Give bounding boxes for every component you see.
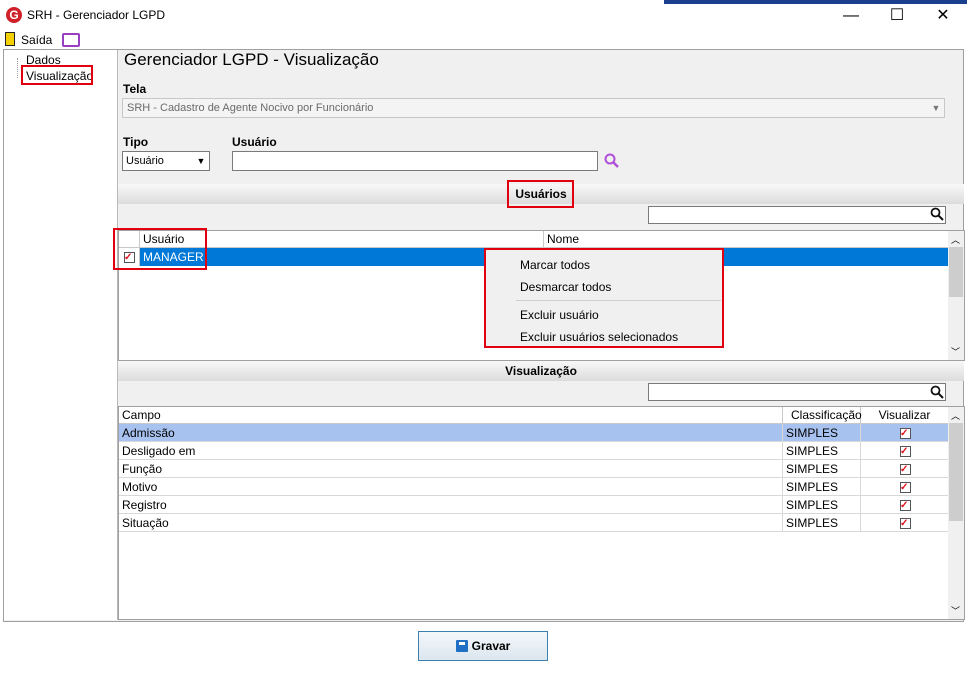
visualizacao-section-title: Visualização xyxy=(505,364,577,378)
menu-separator xyxy=(516,300,721,301)
exit-menu-item[interactable]: Saída xyxy=(21,33,52,47)
gravar-label: Gravar xyxy=(471,639,511,653)
visualizar-cell[interactable] xyxy=(861,424,948,443)
tela-dropdown[interactable]: SRH - Cadastro de Agente Nocivo por Func… xyxy=(122,98,945,118)
tipo-value: Usuário xyxy=(126,155,164,167)
users-grid-header: Usuário Nome xyxy=(119,231,948,248)
fields-grid[interactable]: Campo Classificação Visualizar Admissão S… xyxy=(118,406,965,620)
menu-bar xyxy=(0,31,967,49)
search-icon[interactable] xyxy=(604,153,619,168)
visualizar-cell[interactable] xyxy=(861,496,948,515)
scroll-up-icon[interactable]: ︿ xyxy=(951,233,960,246)
window-title: SRH - Gerenciador LGPD xyxy=(27,8,166,22)
tree-connector xyxy=(17,58,19,78)
search-icon[interactable] xyxy=(930,385,944,399)
visualizacao-section-header: Visualização xyxy=(118,361,964,381)
scroll-down-icon[interactable]: ﹀ xyxy=(951,345,960,358)
campo-cell: Motivo xyxy=(119,478,783,496)
table-row[interactable]: Admissão SIMPLES xyxy=(119,424,948,443)
search-icon[interactable] xyxy=(930,207,944,221)
annotation-highlight-usuario-row xyxy=(113,228,207,270)
fields-filter-input[interactable] xyxy=(648,383,946,401)
exit-door-icon[interactable] xyxy=(5,32,15,46)
table-row[interactable]: Função SIMPLES xyxy=(119,460,948,479)
fields-grid-header: Campo Classificação Visualizar xyxy=(119,407,948,424)
campo-cell: Função xyxy=(119,460,783,478)
scroll-up-icon[interactable]: ︿ xyxy=(951,409,960,422)
visualizar-cell[interactable] xyxy=(861,514,948,533)
tipo-dropdown[interactable]: Usuário ▼ xyxy=(122,151,210,171)
column-header-classificacao[interactable]: Classificação xyxy=(783,407,862,423)
campo-cell: Desligado em xyxy=(119,442,783,460)
chevron-down-icon[interactable]: ▼ xyxy=(193,152,209,170)
classificacao-cell: SIMPLES xyxy=(783,460,861,478)
table-row[interactable]: Registro SIMPLES xyxy=(119,496,948,515)
fields-grid-scrollbar[interactable]: ︿ ﹀ xyxy=(948,407,964,619)
close-button[interactable]: ✕ xyxy=(920,0,966,31)
classificacao-cell: SIMPLES xyxy=(783,496,861,514)
table-row[interactable]: Desligado em SIMPLES xyxy=(119,442,948,461)
app-logo-icon: G xyxy=(6,7,22,23)
save-disk-icon xyxy=(455,640,468,652)
annotation-highlight-usuarios xyxy=(507,180,574,208)
visualizar-cell[interactable] xyxy=(861,442,948,461)
page-title: Gerenciador LGPD - Visualização xyxy=(124,50,379,69)
classificacao-cell: SIMPLES xyxy=(783,442,861,460)
usuario-input[interactable] xyxy=(232,151,598,171)
tela-label: Tela xyxy=(123,82,147,96)
scroll-down-icon[interactable]: ﹀ xyxy=(951,604,960,617)
tipo-label: Tipo xyxy=(123,135,149,149)
checkbox-checked-icon[interactable] xyxy=(900,479,911,497)
menu-item-desmarcar-todos[interactable]: Desmarcar todos xyxy=(520,280,611,294)
checkbox-checked-icon[interactable] xyxy=(900,425,911,443)
minimize-button[interactable]: — xyxy=(828,0,874,31)
menu-item-excluir-usuario[interactable]: Excluir usuário xyxy=(520,308,599,322)
campo-cell: Situação xyxy=(119,514,783,532)
table-row[interactable]: Motivo SIMPLES xyxy=(119,478,948,497)
checkbox-checked-icon[interactable] xyxy=(900,515,911,533)
classificacao-cell: SIMPLES xyxy=(783,514,861,532)
visualizar-cell[interactable] xyxy=(861,478,948,497)
checkbox-checked-icon[interactable] xyxy=(900,443,911,461)
checkbox-checked-icon[interactable] xyxy=(900,497,911,515)
tela-value: SRH - Cadastro de Agente Nocivo por Func… xyxy=(127,102,374,114)
users-filter-input[interactable] xyxy=(648,206,946,224)
classificacao-cell: SIMPLES xyxy=(783,478,861,496)
annotation-highlight-visualizacao xyxy=(21,65,93,85)
chevron-down-icon[interactable]: ▼ xyxy=(928,99,944,117)
campo-cell: Admissão xyxy=(119,424,783,442)
users-grid-scrollbar[interactable]: ︿ ﹀ xyxy=(948,231,964,360)
gravar-button[interactable]: Gravar xyxy=(418,631,548,661)
usuario-label: Usuário xyxy=(232,135,277,149)
navigation-tree-panel xyxy=(4,50,118,620)
classificacao-cell: SIMPLES xyxy=(783,424,861,442)
campo-cell: Registro xyxy=(119,496,783,514)
monitor-icon[interactable] xyxy=(62,33,80,47)
maximize-button[interactable]: ☐ xyxy=(874,0,920,31)
checkbox-checked-icon[interactable] xyxy=(900,461,911,479)
visualizar-cell[interactable] xyxy=(861,460,948,479)
column-header-nome[interactable]: Nome xyxy=(544,231,948,247)
menu-item-excluir-selecionados[interactable]: Excluir usuários selecionados xyxy=(520,330,678,344)
table-row[interactable]: Situação SIMPLES xyxy=(119,514,948,533)
context-menu: Marcar todos Desmarcar todos Excluir usu… xyxy=(484,248,724,348)
scrollbar-thumb[interactable] xyxy=(949,423,963,521)
column-header-visualizar[interactable]: Visualizar xyxy=(861,407,948,423)
scrollbar-thumb[interactable] xyxy=(949,247,963,297)
menu-item-marcar-todos[interactable]: Marcar todos xyxy=(520,258,590,272)
column-header-campo[interactable]: Campo xyxy=(119,407,783,423)
